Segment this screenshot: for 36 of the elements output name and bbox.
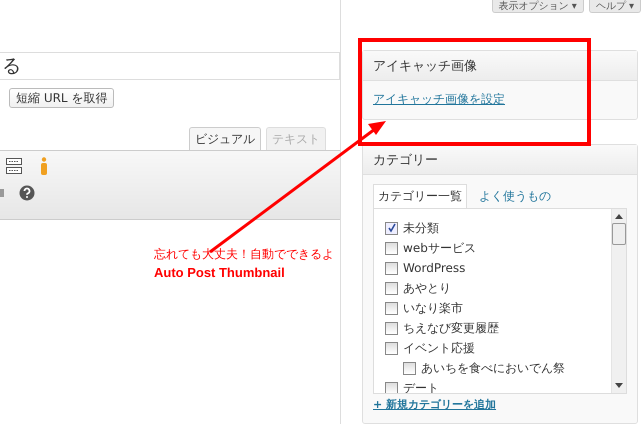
info-icon[interactable] [40,157,48,175]
checkbox[interactable] [385,222,398,234]
panel-title: カテゴリー [373,152,438,168]
category-label: WordPress [403,261,466,275]
category-label: ちえなび変更履歴 [403,320,499,336]
annotation-text: Auto Post Thumbnail [154,265,285,280]
checkbox[interactable] [385,262,398,274]
category-label: webサービス [403,240,476,256]
help-icon[interactable] [19,185,35,201]
shortlink-button[interactable]: 短縮 URL を取得 [9,88,114,108]
category-label: あやとり [403,280,451,296]
dropdown-button[interactable]: ヘルプ ▾ [588,0,641,13]
panel-title: アイキャッチ画像 [373,58,477,74]
checkbox[interactable] [385,342,398,354]
set-featured-image-link[interactable]: アイキャッチ画像を設定 [373,92,505,106]
category-label: あいちを食べにおいでん祭 [421,360,565,376]
keyboard-icon[interactable] [6,157,22,175]
checkbox[interactable] [403,362,416,374]
category-tab[interactable]: よく使うもの [475,185,555,208]
category-label: イベント応援 [403,340,475,356]
category-tab[interactable]: カテゴリー一覧 [373,184,467,208]
scroll-down-icon[interactable] [615,383,623,389]
checkbox[interactable] [385,282,398,294]
category-label: いなり楽市 [403,300,463,316]
checkbox[interactable] [385,302,398,314]
editor-tab[interactable]: ビジュアル [189,127,261,150]
add-category-link[interactable]: + 新規カテゴリーを追加 [373,397,637,412]
scroll-up-icon[interactable] [615,213,623,219]
scrollbar-thumb[interactable] [612,223,626,245]
category-label: デート [403,380,439,393]
checkbox[interactable] [385,322,398,334]
dropdown-button[interactable]: 表示オプション ▾ [492,0,584,13]
category-label: 未分類 [403,220,439,236]
title-field[interactable]: る [0,52,340,80]
checkbox[interactable] [385,242,398,254]
checkbox[interactable] [385,382,398,393]
